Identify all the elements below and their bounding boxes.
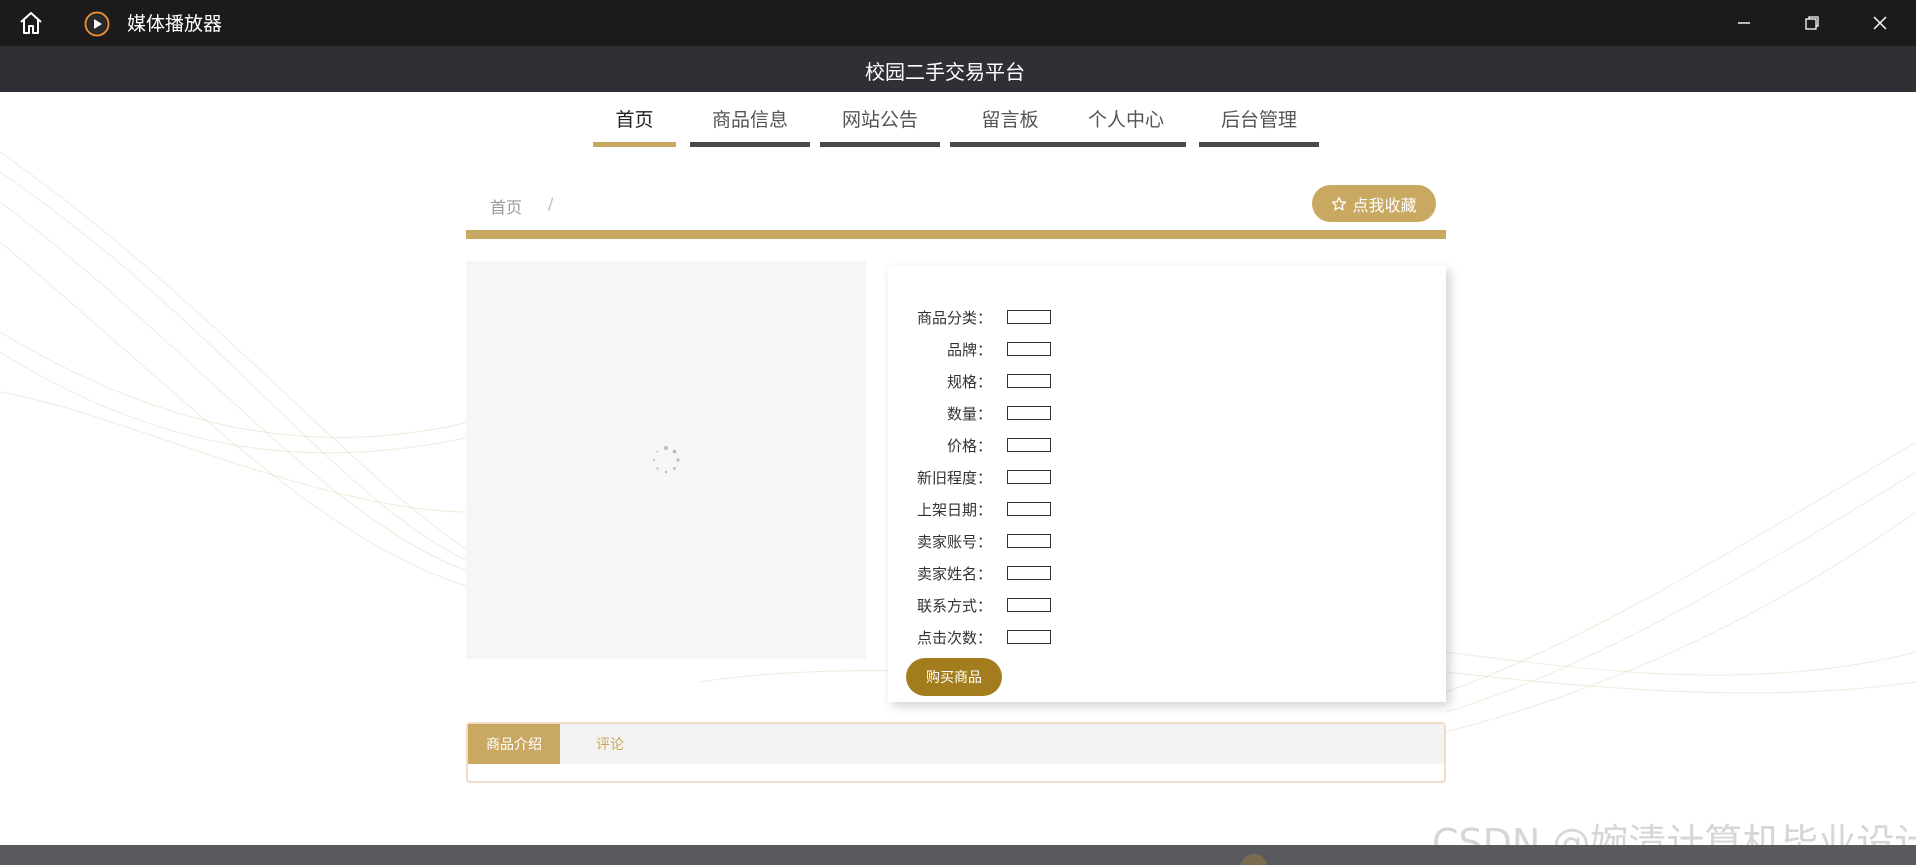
detail-label: 新旧程度： bbox=[916, 469, 992, 487]
favorite-button-label: 点我收藏 bbox=[1352, 195, 1417, 215]
detail-row-brand: 品牌： bbox=[888, 339, 1288, 359]
detail-value bbox=[1007, 406, 1051, 420]
detail-row-price: 价格： bbox=[888, 435, 1288, 455]
restore-button[interactable] bbox=[1778, 0, 1846, 46]
minimize-icon bbox=[1738, 22, 1750, 24]
nav-item-announcements[interactable]: 网站公告 bbox=[820, 108, 940, 147]
detail-row-quantity: 数量： bbox=[888, 403, 1288, 423]
detail-label: 商品分类： bbox=[916, 309, 992, 327]
detail-row-seller-account: 卖家账号： bbox=[888, 531, 1288, 551]
detail-value bbox=[1007, 310, 1051, 324]
nav-underline bbox=[950, 142, 1070, 147]
detail-value bbox=[1007, 534, 1051, 548]
nav-item-label: 商品信息 bbox=[711, 109, 788, 131]
detail-value bbox=[1007, 470, 1051, 484]
detail-row-contact: 联系方式： bbox=[888, 595, 1288, 615]
detail-label: 点击次数： bbox=[916, 629, 992, 647]
tab-product-intro[interactable]: 商品介绍 bbox=[468, 724, 560, 764]
nav-item-label: 个人中心 bbox=[1087, 109, 1164, 131]
detail-value bbox=[1007, 566, 1051, 580]
loading-spinner-icon bbox=[653, 446, 680, 474]
detail-value bbox=[1007, 630, 1051, 644]
detail-label: 价格： bbox=[946, 437, 992, 455]
favorite-button[interactable]: 点我收藏 bbox=[1312, 185, 1436, 222]
detail-value bbox=[1007, 438, 1051, 452]
nav-item-label: 首页 bbox=[615, 109, 654, 131]
home-icon[interactable] bbox=[18, 11, 44, 35]
detail-label: 上架日期： bbox=[916, 501, 992, 519]
product-tabs: 商品介绍 评论 bbox=[466, 722, 1446, 783]
site-title: 校园二手交易平台 bbox=[865, 60, 1025, 84]
star-outline-icon bbox=[1332, 196, 1347, 210]
breadcrumb: 首页 / bbox=[490, 194, 553, 218]
nav-underline bbox=[820, 142, 940, 147]
detail-label: 品牌： bbox=[946, 341, 992, 359]
nav-underline bbox=[593, 142, 676, 147]
detail-value bbox=[1007, 598, 1051, 612]
nav-item-message-board[interactable]: 留言板 bbox=[950, 108, 1070, 147]
nav-underline bbox=[1066, 142, 1186, 147]
detail-label: 数量： bbox=[946, 405, 992, 423]
detail-label: 卖家姓名： bbox=[916, 565, 992, 583]
buy-product-button[interactable]: 购买商品 bbox=[906, 658, 1002, 696]
nav-item-label: 后台管理 bbox=[1220, 109, 1297, 131]
detail-value bbox=[1007, 374, 1051, 388]
detail-row-spec: 规格： bbox=[888, 371, 1288, 391]
detail-label: 联系方式： bbox=[916, 597, 992, 615]
product-image-placeholder bbox=[466, 261, 866, 659]
detail-label: 规格： bbox=[946, 373, 992, 391]
detail-row-seller-name: 卖家姓名： bbox=[888, 563, 1288, 583]
detail-row-condition: 新旧程度： bbox=[888, 467, 1288, 487]
seek-handle[interactable] bbox=[1240, 854, 1268, 865]
breadcrumb-separator: / bbox=[548, 194, 554, 213]
site-header: 校园二手交易平台 bbox=[0, 46, 1916, 92]
nav-item-personal-center[interactable]: 个人中心 bbox=[1066, 108, 1186, 147]
tab-comments[interactable]: 评论 bbox=[560, 724, 660, 764]
detail-label: 卖家账号： bbox=[916, 533, 992, 551]
tab-strip: 商品介绍 评论 bbox=[468, 724, 1444, 764]
nav-item-label: 留言板 bbox=[981, 109, 1039, 131]
nav-item-admin[interactable]: 后台管理 bbox=[1199, 108, 1319, 147]
breadcrumb-divider bbox=[466, 230, 1446, 239]
detail-row-listing-date: 上架日期： bbox=[888, 499, 1288, 519]
nav-item-home[interactable]: 首页 bbox=[593, 108, 676, 147]
detail-row-category: 商品分类： bbox=[888, 307, 1288, 327]
close-icon bbox=[1873, 16, 1887, 30]
media-player-logo-icon bbox=[84, 11, 110, 37]
breadcrumb-home-link[interactable]: 首页 bbox=[490, 198, 522, 217]
nav-item-label: 网站公告 bbox=[841, 109, 918, 131]
nav-underline bbox=[690, 142, 810, 147]
media-control-bar bbox=[0, 845, 1916, 865]
close-button[interactable] bbox=[1846, 0, 1914, 46]
detail-value bbox=[1007, 342, 1051, 356]
nav-underline bbox=[1199, 142, 1319, 147]
app-title: 媒体播放器 bbox=[127, 13, 223, 35]
main-nav: 首页 商品信息 网站公告 留言板 个人中心 后台管理 bbox=[0, 92, 1916, 148]
minimize-button[interactable] bbox=[1710, 0, 1778, 46]
restore-icon bbox=[1805, 16, 1819, 30]
nav-item-products[interactable]: 商品信息 bbox=[690, 108, 810, 147]
detail-row-click-count: 点击次数： bbox=[888, 627, 1288, 647]
window-title-bar: 媒体播放器 bbox=[0, 0, 1916, 46]
detail-value bbox=[1007, 502, 1051, 516]
